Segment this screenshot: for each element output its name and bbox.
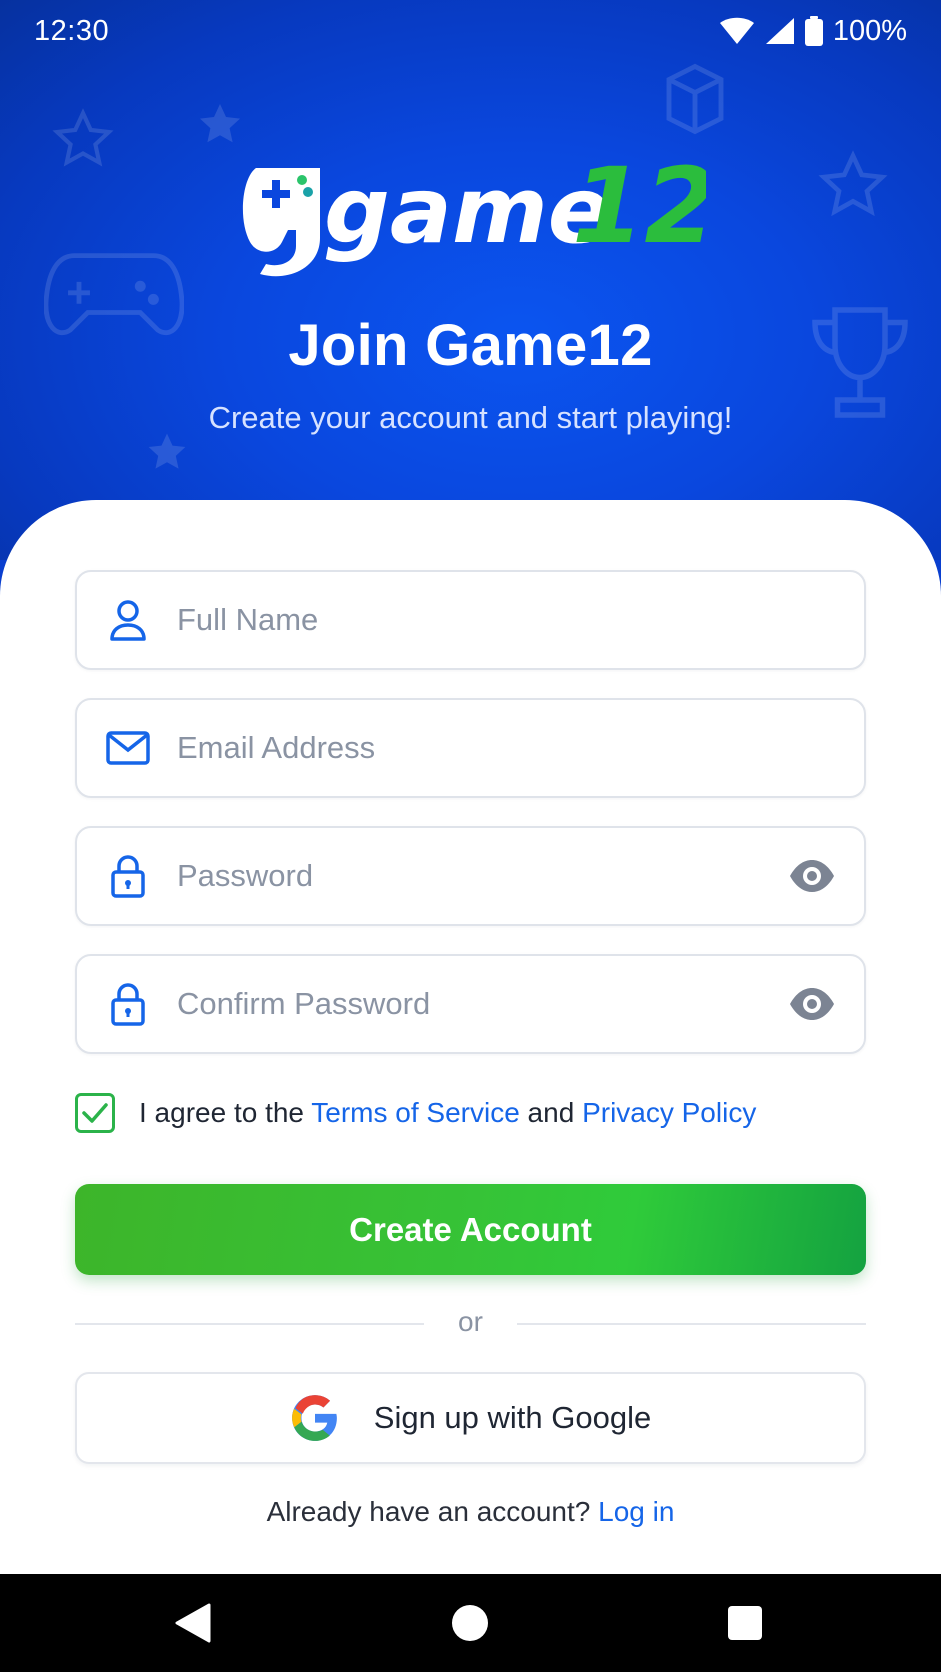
eye-icon[interactable] [788, 986, 836, 1022]
terms-text: I agree to the Terms of Service and Priv… [139, 1097, 756, 1129]
google-signup-label: Sign up with Google [373, 1400, 652, 1435]
status-bar: 12:30 100% [0, 0, 941, 62]
user-icon [105, 597, 151, 643]
lock-icon [105, 981, 151, 1027]
battery-icon [804, 16, 823, 46]
full-name-placeholder: Full Name [177, 602, 319, 637]
checkmark-icon [82, 1103, 108, 1123]
full-name-field[interactable]: Full Name [75, 570, 866, 670]
battery-percent: 100% [832, 14, 907, 47]
google-signup-button[interactable]: Sign up with Google [75, 1372, 866, 1464]
cube-decoration-icon [666, 63, 724, 135]
system-nav-bar [0, 1574, 941, 1672]
home-icon[interactable] [451, 1604, 489, 1642]
terms-of-service-link[interactable]: Terms of Service [311, 1097, 520, 1128]
login-prompt: Already have an account? Log in [0, 1496, 941, 1528]
lock-icon [105, 853, 151, 899]
terms-agreement: I agree to the Terms of Service and Priv… [75, 1092, 756, 1134]
star-decoration-icon [52, 108, 114, 167]
terms-checkbox[interactable] [75, 1093, 115, 1133]
password-placeholder: Password [177, 858, 314, 893]
privacy-policy-link[interactable]: Privacy Policy [582, 1097, 756, 1128]
google-icon [291, 1395, 337, 1441]
cellular-signal-icon [765, 18, 794, 44]
confirm-password-placeholder: Confirm Password [177, 986, 431, 1021]
logo-wordmark: game [324, 157, 610, 264]
star-decoration-icon [148, 433, 186, 469]
wifi-icon [719, 17, 754, 44]
star-decoration-icon [200, 104, 240, 143]
game12-logo: game 12 [242, 150, 706, 277]
status-icons: 100% [719, 15, 907, 48]
confirm-password-field[interactable]: Confirm Password [75, 954, 866, 1054]
controller-glyph-icon [242, 168, 320, 277]
login-prompt-text: Already have an account? [266, 1496, 599, 1527]
create-account-button[interactable]: Create Account [75, 1184, 866, 1275]
signup-screen: 12:30 100% game 12 Join Game12 Create yo… [0, 0, 941, 1672]
create-account-label: Create Account [349, 1210, 592, 1248]
or-text: or [458, 1306, 483, 1337]
page-title: Join Game12 [288, 313, 653, 378]
password-field[interactable]: Password [75, 826, 866, 926]
star-decoration-icon [818, 150, 888, 217]
page-subtitle: Create your account and start playing! [208, 400, 733, 435]
email-placeholder: Email Address [177, 730, 376, 765]
terms-middle: and [519, 1097, 583, 1128]
login-link[interactable]: Log in [598, 1496, 674, 1527]
back-icon[interactable] [173, 1602, 213, 1644]
hero-header: 12:30 100% game 12 Join Game12 Create yo… [0, 0, 941, 560]
recents-icon[interactable] [727, 1605, 763, 1641]
mail-icon [105, 725, 151, 771]
eye-icon[interactable] [788, 858, 836, 894]
or-divider: or [75, 1306, 866, 1342]
logo-number: 12 [572, 150, 706, 267]
email-field[interactable]: Email Address [75, 698, 866, 798]
terms-prefix: I agree to the [139, 1097, 312, 1128]
status-time: 12:30 [34, 14, 110, 47]
